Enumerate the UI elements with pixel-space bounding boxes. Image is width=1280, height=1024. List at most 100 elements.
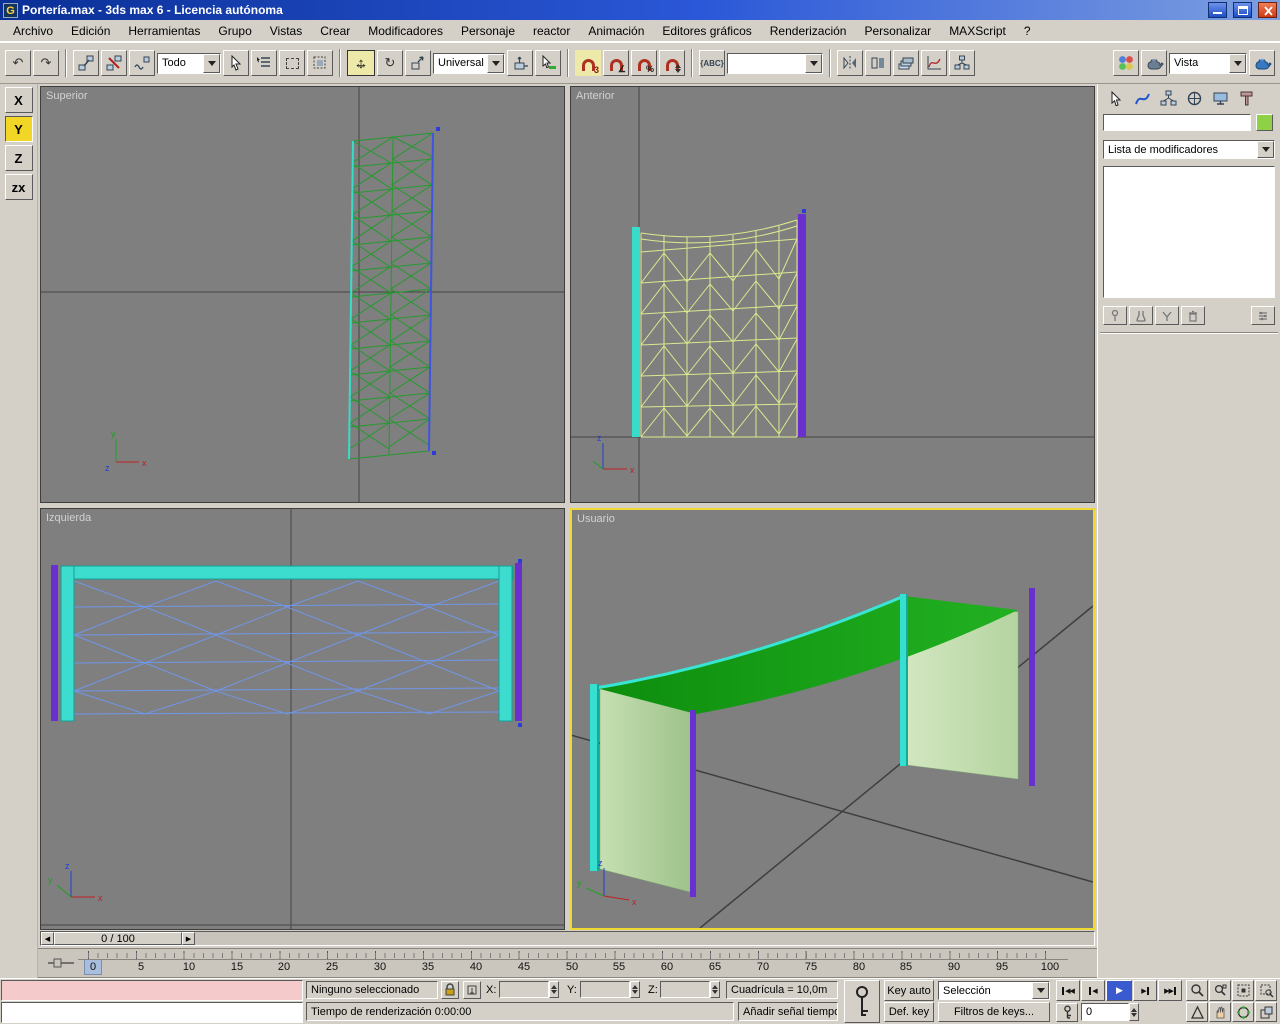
selection-set-dropdown[interactable]: Selección bbox=[938, 981, 1050, 1000]
make-unique-button[interactable] bbox=[1155, 306, 1179, 325]
absolute-offset-toggle-button[interactable] bbox=[463, 981, 481, 999]
time-slider-thumb[interactable]: 0 / 100 bbox=[54, 932, 182, 945]
tab-display[interactable] bbox=[1208, 88, 1232, 109]
time-slider-prev-button[interactable]: ◀ bbox=[41, 932, 54, 945]
unlink-selection-button[interactable] bbox=[101, 50, 127, 76]
viewport-izquierda[interactable]: Izquierda z x y bbox=[40, 508, 565, 930]
dropdown-arrow-icon[interactable] bbox=[1257, 141, 1274, 158]
current-frame-spinner[interactable] bbox=[1129, 1003, 1139, 1021]
remove-modifier-button[interactable] bbox=[1181, 306, 1205, 325]
menu-item-vistas[interactable]: Vistas bbox=[261, 21, 311, 41]
tab-hierarchy[interactable] bbox=[1156, 88, 1180, 109]
tab-create[interactable] bbox=[1104, 88, 1128, 109]
maxscript-listener-output[interactable] bbox=[1, 1002, 303, 1023]
coord-x-spinner[interactable] bbox=[549, 981, 559, 998]
selection-lock-button[interactable] bbox=[441, 981, 459, 999]
modifier-list-dropdown[interactable]: Lista de modificadores bbox=[1103, 140, 1275, 159]
axis-constraint-x-button[interactable]: X bbox=[4, 87, 33, 113]
tab-modify[interactable] bbox=[1130, 88, 1154, 109]
viewport-superior[interactable]: Superior y x z bbox=[40, 86, 565, 503]
named-selection-dropdown[interactable] bbox=[727, 52, 823, 74]
pin-stack-button[interactable] bbox=[1103, 306, 1127, 325]
curve-editor-button[interactable] bbox=[921, 50, 947, 76]
menu-item-modificadores[interactable]: Modificadores bbox=[359, 21, 452, 41]
auto-key-button[interactable]: Key auto bbox=[884, 980, 934, 1001]
render-type-dropdown[interactable]: Vista bbox=[1169, 52, 1247, 74]
modifier-stack-list[interactable] bbox=[1103, 166, 1275, 298]
window-crossing-button[interactable] bbox=[307, 50, 333, 76]
coordinate-system-dropdown[interactable]: Universal bbox=[433, 52, 505, 74]
configure-modifier-sets-button[interactable] bbox=[1251, 306, 1275, 325]
set-key-button[interactable] bbox=[844, 980, 880, 1023]
set-defaults-key-button[interactable]: Def. key bbox=[884, 1002, 934, 1022]
add-time-tag-field[interactable]: Añadir señal tiempo bbox=[738, 1002, 838, 1021]
dropdown-arrow-icon[interactable] bbox=[487, 53, 504, 73]
zoom-region-button[interactable] bbox=[1255, 980, 1277, 1001]
arc-rotate-button[interactable] bbox=[1232, 1002, 1254, 1022]
close-button[interactable] bbox=[1258, 2, 1277, 18]
track-bar[interactable]: 0 5 10 15 20 25 30 35 40 45 50 55 60 65 … bbox=[38, 948, 1097, 978]
menu-item-personalizar[interactable]: Personalizar bbox=[855, 21, 940, 41]
select-and-rotate-button[interactable]: ↻ bbox=[377, 50, 403, 76]
coord-x-field[interactable] bbox=[499, 981, 549, 998]
coord-z-field[interactable] bbox=[660, 981, 710, 998]
previous-frame-button[interactable]: ◀ bbox=[1081, 980, 1105, 1001]
percent-snap-button[interactable]: % bbox=[631, 50, 657, 76]
key-mode-toggle-button[interactable] bbox=[1056, 1003, 1078, 1022]
select-and-scale-button[interactable] bbox=[405, 50, 431, 76]
menu-item-grupo[interactable]: Grupo bbox=[209, 21, 260, 41]
axis-constraint-plane-button[interactable]: zx bbox=[4, 174, 33, 200]
menu-item-maxscript[interactable]: MAXScript bbox=[940, 21, 1015, 41]
schematic-view-button[interactable] bbox=[949, 50, 975, 76]
undo-button[interactable]: ↶ bbox=[5, 50, 31, 76]
pan-button[interactable] bbox=[1209, 1002, 1231, 1022]
axis-constraint-y-button[interactable]: Y bbox=[4, 116, 33, 142]
menu-item-archivo[interactable]: Archivo bbox=[4, 21, 62, 41]
redo-button[interactable]: ↷ bbox=[33, 50, 59, 76]
snap-toggle-button[interactable]: 3 bbox=[575, 50, 601, 76]
zoom-button[interactable] bbox=[1186, 980, 1208, 1001]
current-frame-field[interactable]: 0 bbox=[1081, 1003, 1129, 1021]
coord-y-spinner[interactable] bbox=[630, 981, 640, 998]
select-and-move-button[interactable]: ↔ ↕ bbox=[347, 50, 375, 76]
play-animation-button[interactable]: ▶ bbox=[1106, 980, 1132, 1001]
go-to-end-button[interactable]: ▶▶ bbox=[1158, 980, 1182, 1001]
minimize-button[interactable] bbox=[1208, 2, 1227, 18]
show-end-result-button[interactable] bbox=[1129, 306, 1153, 325]
align-button[interactable] bbox=[865, 50, 891, 76]
material-editor-button[interactable] bbox=[1113, 50, 1139, 76]
menu-item-renderizacion[interactable]: Renderización bbox=[761, 21, 856, 41]
coord-y-field[interactable] bbox=[580, 981, 630, 998]
render-scene-button[interactable] bbox=[1141, 50, 1167, 76]
field-of-view-button[interactable] bbox=[1186, 1002, 1208, 1022]
tab-utilities[interactable] bbox=[1234, 88, 1258, 109]
menu-item-animacion[interactable]: Animación bbox=[579, 21, 653, 41]
object-name-field[interactable] bbox=[1103, 114, 1251, 131]
dropdown-arrow-icon[interactable] bbox=[203, 53, 220, 73]
menu-item-personaje[interactable]: Personaje bbox=[452, 21, 524, 41]
angle-snap-button[interactable]: ∠ bbox=[603, 50, 629, 76]
quick-render-button[interactable] bbox=[1249, 50, 1275, 76]
zoom-all-button[interactable] bbox=[1209, 980, 1231, 1001]
menu-item-edicion[interactable]: Edición bbox=[62, 21, 119, 41]
viewport-usuario[interactable]: Usuario z x y bbox=[570, 508, 1095, 930]
select-and-manipulate-button[interactable] bbox=[535, 50, 561, 76]
time-slider-track[interactable] bbox=[40, 931, 1095, 946]
dropdown-arrow-icon[interactable] bbox=[1032, 982, 1049, 999]
restore-button[interactable] bbox=[1233, 2, 1252, 18]
maxscript-listener-input[interactable] bbox=[1, 980, 303, 1001]
dropdown-arrow-icon[interactable] bbox=[805, 53, 822, 73]
object-color-swatch[interactable] bbox=[1256, 114, 1273, 131]
select-by-name-button[interactable] bbox=[251, 50, 277, 76]
bind-to-space-warp-button[interactable] bbox=[129, 50, 155, 76]
menu-item-reactor[interactable]: reactor bbox=[524, 21, 579, 41]
min-max-toggle-button[interactable] bbox=[1255, 1002, 1277, 1022]
select-and-link-button[interactable] bbox=[73, 50, 99, 76]
menu-item-ayuda[interactable]: ? bbox=[1015, 21, 1040, 41]
key-filters-button[interactable]: Filtros de keys... bbox=[938, 1002, 1050, 1022]
layer-manager-button[interactable] bbox=[893, 50, 919, 76]
menu-item-herramientas[interactable]: Herramientas bbox=[119, 21, 209, 41]
menu-item-crear[interactable]: Crear bbox=[311, 21, 359, 41]
coord-z-spinner[interactable] bbox=[710, 981, 720, 998]
menu-item-editores-graficos[interactable]: Editores gráficos bbox=[653, 21, 760, 41]
